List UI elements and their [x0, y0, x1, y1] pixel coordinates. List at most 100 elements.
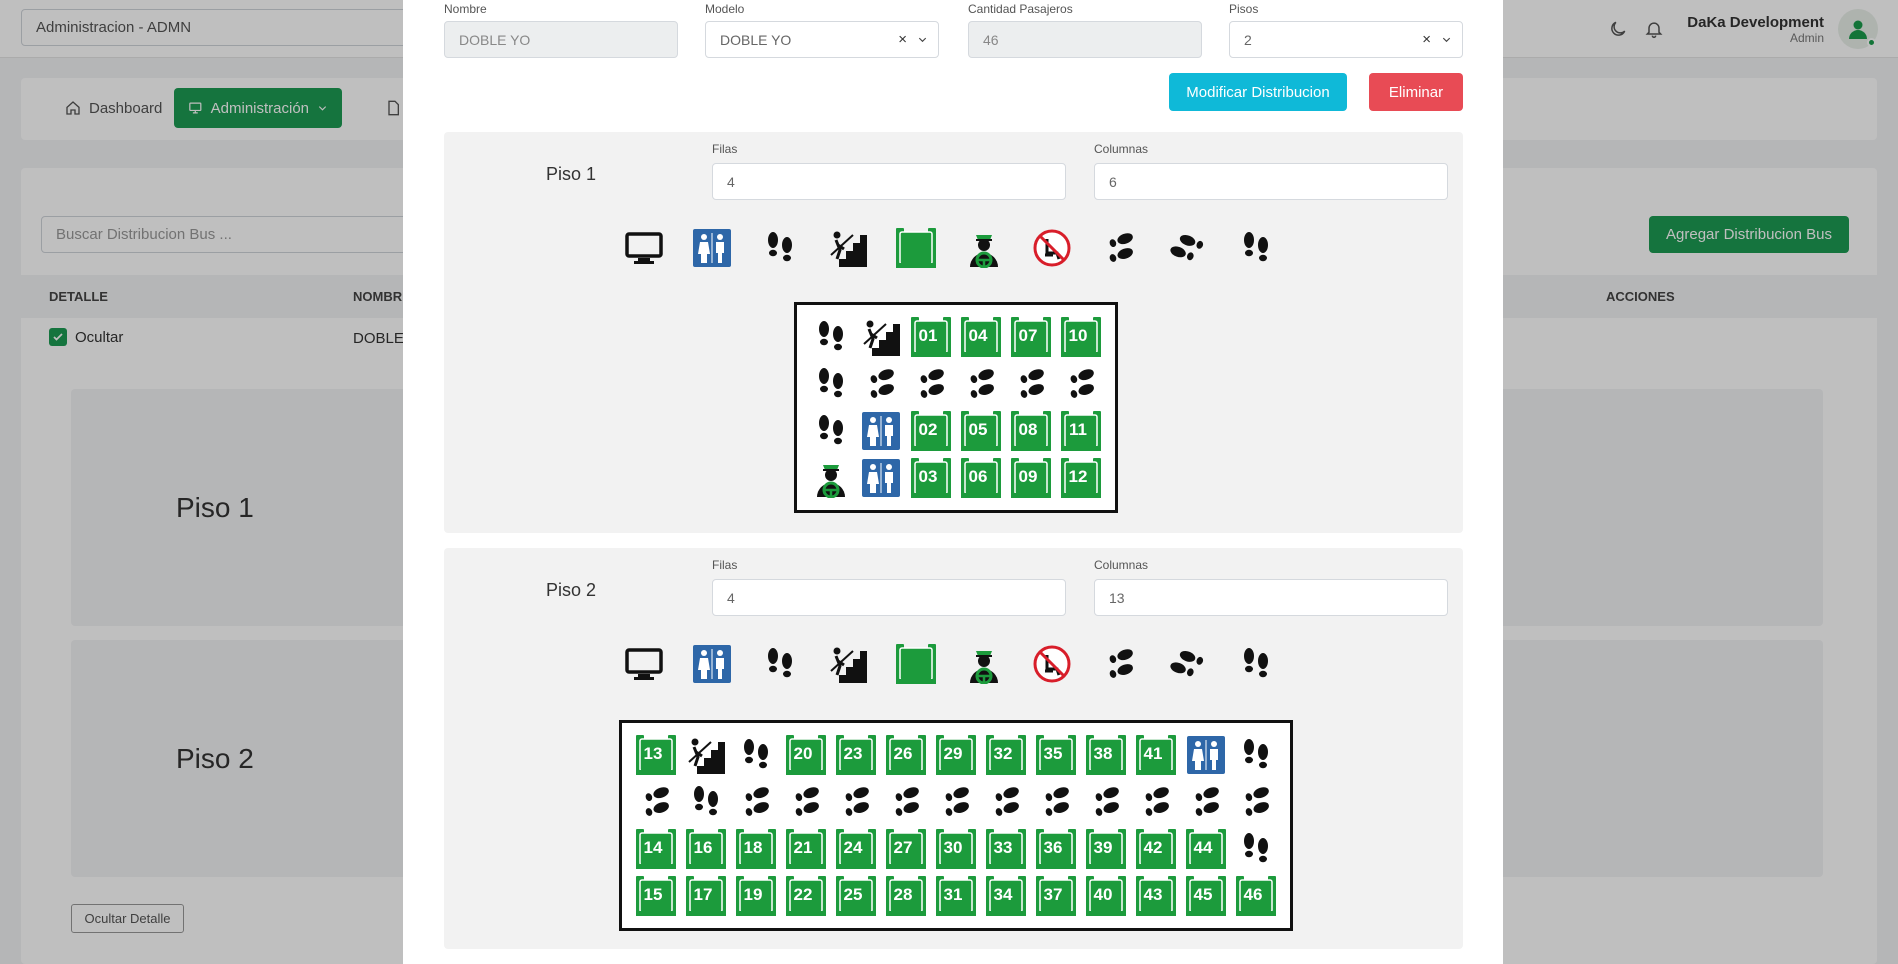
- monitor-icon[interactable]: [622, 226, 666, 270]
- footsteps-right-icon[interactable]: [884, 780, 928, 824]
- stairs-icon[interactable]: [684, 733, 728, 777]
- footsteps-vertical-icon[interactable]: [684, 780, 728, 824]
- seat-35[interactable]: 35: [1034, 733, 1078, 777]
- nombre-field[interactable]: DOBLE YO: [444, 21, 678, 58]
- floor-1-filas-input[interactable]: 4: [712, 163, 1066, 200]
- footsteps-right-icon[interactable]: [1059, 362, 1103, 406]
- seat-31[interactable]: 31: [934, 874, 978, 918]
- seat-01[interactable]: 01: [909, 315, 953, 359]
- seat-22[interactable]: 22: [784, 874, 828, 918]
- floor-1-columnas-input[interactable]: 6: [1094, 163, 1448, 200]
- footsteps-right-icon[interactable]: [634, 780, 678, 824]
- footsteps-right-icon[interactable]: [909, 362, 953, 406]
- seat-icon[interactable]: [894, 226, 938, 270]
- seat-33[interactable]: 33: [984, 827, 1028, 871]
- restroom-icon[interactable]: [690, 226, 734, 270]
- modelo-select[interactable]: DOBLE YO ×: [705, 21, 939, 58]
- seat-08[interactable]: 08: [1009, 409, 1053, 453]
- footsteps-vertical-icon[interactable]: [1234, 642, 1278, 686]
- seat-45[interactable]: 45: [1184, 874, 1228, 918]
- monitor-icon[interactable]: [622, 642, 666, 686]
- stairs-icon[interactable]: [826, 226, 870, 270]
- delete-button[interactable]: Eliminar: [1369, 73, 1463, 111]
- seat-15[interactable]: 15: [634, 874, 678, 918]
- footsteps-left-icon[interactable]: [1166, 226, 1210, 270]
- seat-23[interactable]: 23: [834, 733, 878, 777]
- footsteps-right-icon[interactable]: [1134, 780, 1178, 824]
- seat-10[interactable]: 10: [1059, 315, 1103, 359]
- seat-21[interactable]: 21: [784, 827, 828, 871]
- seat-04[interactable]: 04: [959, 315, 1003, 359]
- footsteps-right-icon[interactable]: [1098, 642, 1142, 686]
- footsteps-right-icon[interactable]: [984, 780, 1028, 824]
- seat-09[interactable]: 09: [1009, 456, 1053, 500]
- footsteps-right-icon[interactable]: [959, 362, 1003, 406]
- no-seat-icon[interactable]: [1030, 642, 1074, 686]
- seat-34[interactable]: 34: [984, 874, 1028, 918]
- pisos-select[interactable]: 2 ×: [1229, 21, 1463, 58]
- footsteps-vertical-icon[interactable]: [758, 226, 802, 270]
- seat-18[interactable]: 18: [734, 827, 778, 871]
- seat-19[interactable]: 19: [734, 874, 778, 918]
- seat-11[interactable]: 11: [1059, 409, 1103, 453]
- seat-43[interactable]: 43: [1134, 874, 1178, 918]
- seat-12[interactable]: 12: [1059, 456, 1103, 500]
- footsteps-right-icon[interactable]: [834, 780, 878, 824]
- seat-30[interactable]: 30: [934, 827, 978, 871]
- seat-05[interactable]: 05: [959, 409, 1003, 453]
- seat-17[interactable]: 17: [684, 874, 728, 918]
- seat-27[interactable]: 27: [884, 827, 928, 871]
- driver-icon[interactable]: [809, 456, 853, 500]
- modify-distribution-button[interactable]: Modificar Distribucion: [1169, 73, 1347, 111]
- no-seat-icon[interactable]: [1030, 226, 1074, 270]
- restroom-icon[interactable]: [1184, 733, 1228, 777]
- seat-13[interactable]: 13: [634, 733, 678, 777]
- clear-icon[interactable]: ×: [898, 31, 907, 48]
- footsteps-vertical-icon[interactable]: [734, 733, 778, 777]
- footsteps-right-icon[interactable]: [859, 362, 903, 406]
- seat-38[interactable]: 38: [1084, 733, 1128, 777]
- stairs-icon[interactable]: [859, 315, 903, 359]
- footsteps-right-icon[interactable]: [1009, 362, 1053, 406]
- footsteps-right-icon[interactable]: [1184, 780, 1228, 824]
- driver-icon[interactable]: [962, 642, 1006, 686]
- footsteps-vertical-icon[interactable]: [809, 409, 853, 453]
- restroom-icon[interactable]: [859, 409, 903, 453]
- footsteps-right-icon[interactable]: [1084, 780, 1128, 824]
- seat-icon[interactable]: [894, 642, 938, 686]
- stairs-icon[interactable]: [826, 642, 870, 686]
- seat-14[interactable]: 14: [634, 827, 678, 871]
- floor-2-filas-input[interactable]: 4: [712, 579, 1066, 616]
- footsteps-right-icon[interactable]: [934, 780, 978, 824]
- floor-2-columnas-input[interactable]: 13: [1094, 579, 1448, 616]
- seat-20[interactable]: 20: [784, 733, 828, 777]
- seat-29[interactable]: 29: [934, 733, 978, 777]
- footsteps-right-icon[interactable]: [1234, 780, 1278, 824]
- seat-40[interactable]: 40: [1084, 874, 1128, 918]
- driver-icon[interactable]: [962, 226, 1006, 270]
- clear-icon[interactable]: ×: [1422, 31, 1431, 48]
- footsteps-vertical-icon[interactable]: [758, 642, 802, 686]
- footsteps-right-icon[interactable]: [734, 780, 778, 824]
- seat-03[interactable]: 03: [909, 456, 953, 500]
- seat-02[interactable]: 02: [909, 409, 953, 453]
- footsteps-right-icon[interactable]: [1098, 226, 1142, 270]
- pasajeros-field[interactable]: 46: [968, 21, 1202, 58]
- footsteps-vertical-icon[interactable]: [1234, 827, 1278, 871]
- seat-37[interactable]: 37: [1034, 874, 1078, 918]
- seat-39[interactable]: 39: [1084, 827, 1128, 871]
- seat-32[interactable]: 32: [984, 733, 1028, 777]
- seat-07[interactable]: 07: [1009, 315, 1053, 359]
- footsteps-right-icon[interactable]: [1034, 780, 1078, 824]
- footsteps-vertical-icon[interactable]: [1234, 733, 1278, 777]
- footsteps-vertical-icon[interactable]: [1234, 226, 1278, 270]
- seat-41[interactable]: 41: [1134, 733, 1178, 777]
- seat-28[interactable]: 28: [884, 874, 928, 918]
- restroom-icon[interactable]: [690, 642, 734, 686]
- seat-24[interactable]: 24: [834, 827, 878, 871]
- seat-06[interactable]: 06: [959, 456, 1003, 500]
- seat-42[interactable]: 42: [1134, 827, 1178, 871]
- seat-26[interactable]: 26: [884, 733, 928, 777]
- footsteps-right-icon[interactable]: [784, 780, 828, 824]
- seat-16[interactable]: 16: [684, 827, 728, 871]
